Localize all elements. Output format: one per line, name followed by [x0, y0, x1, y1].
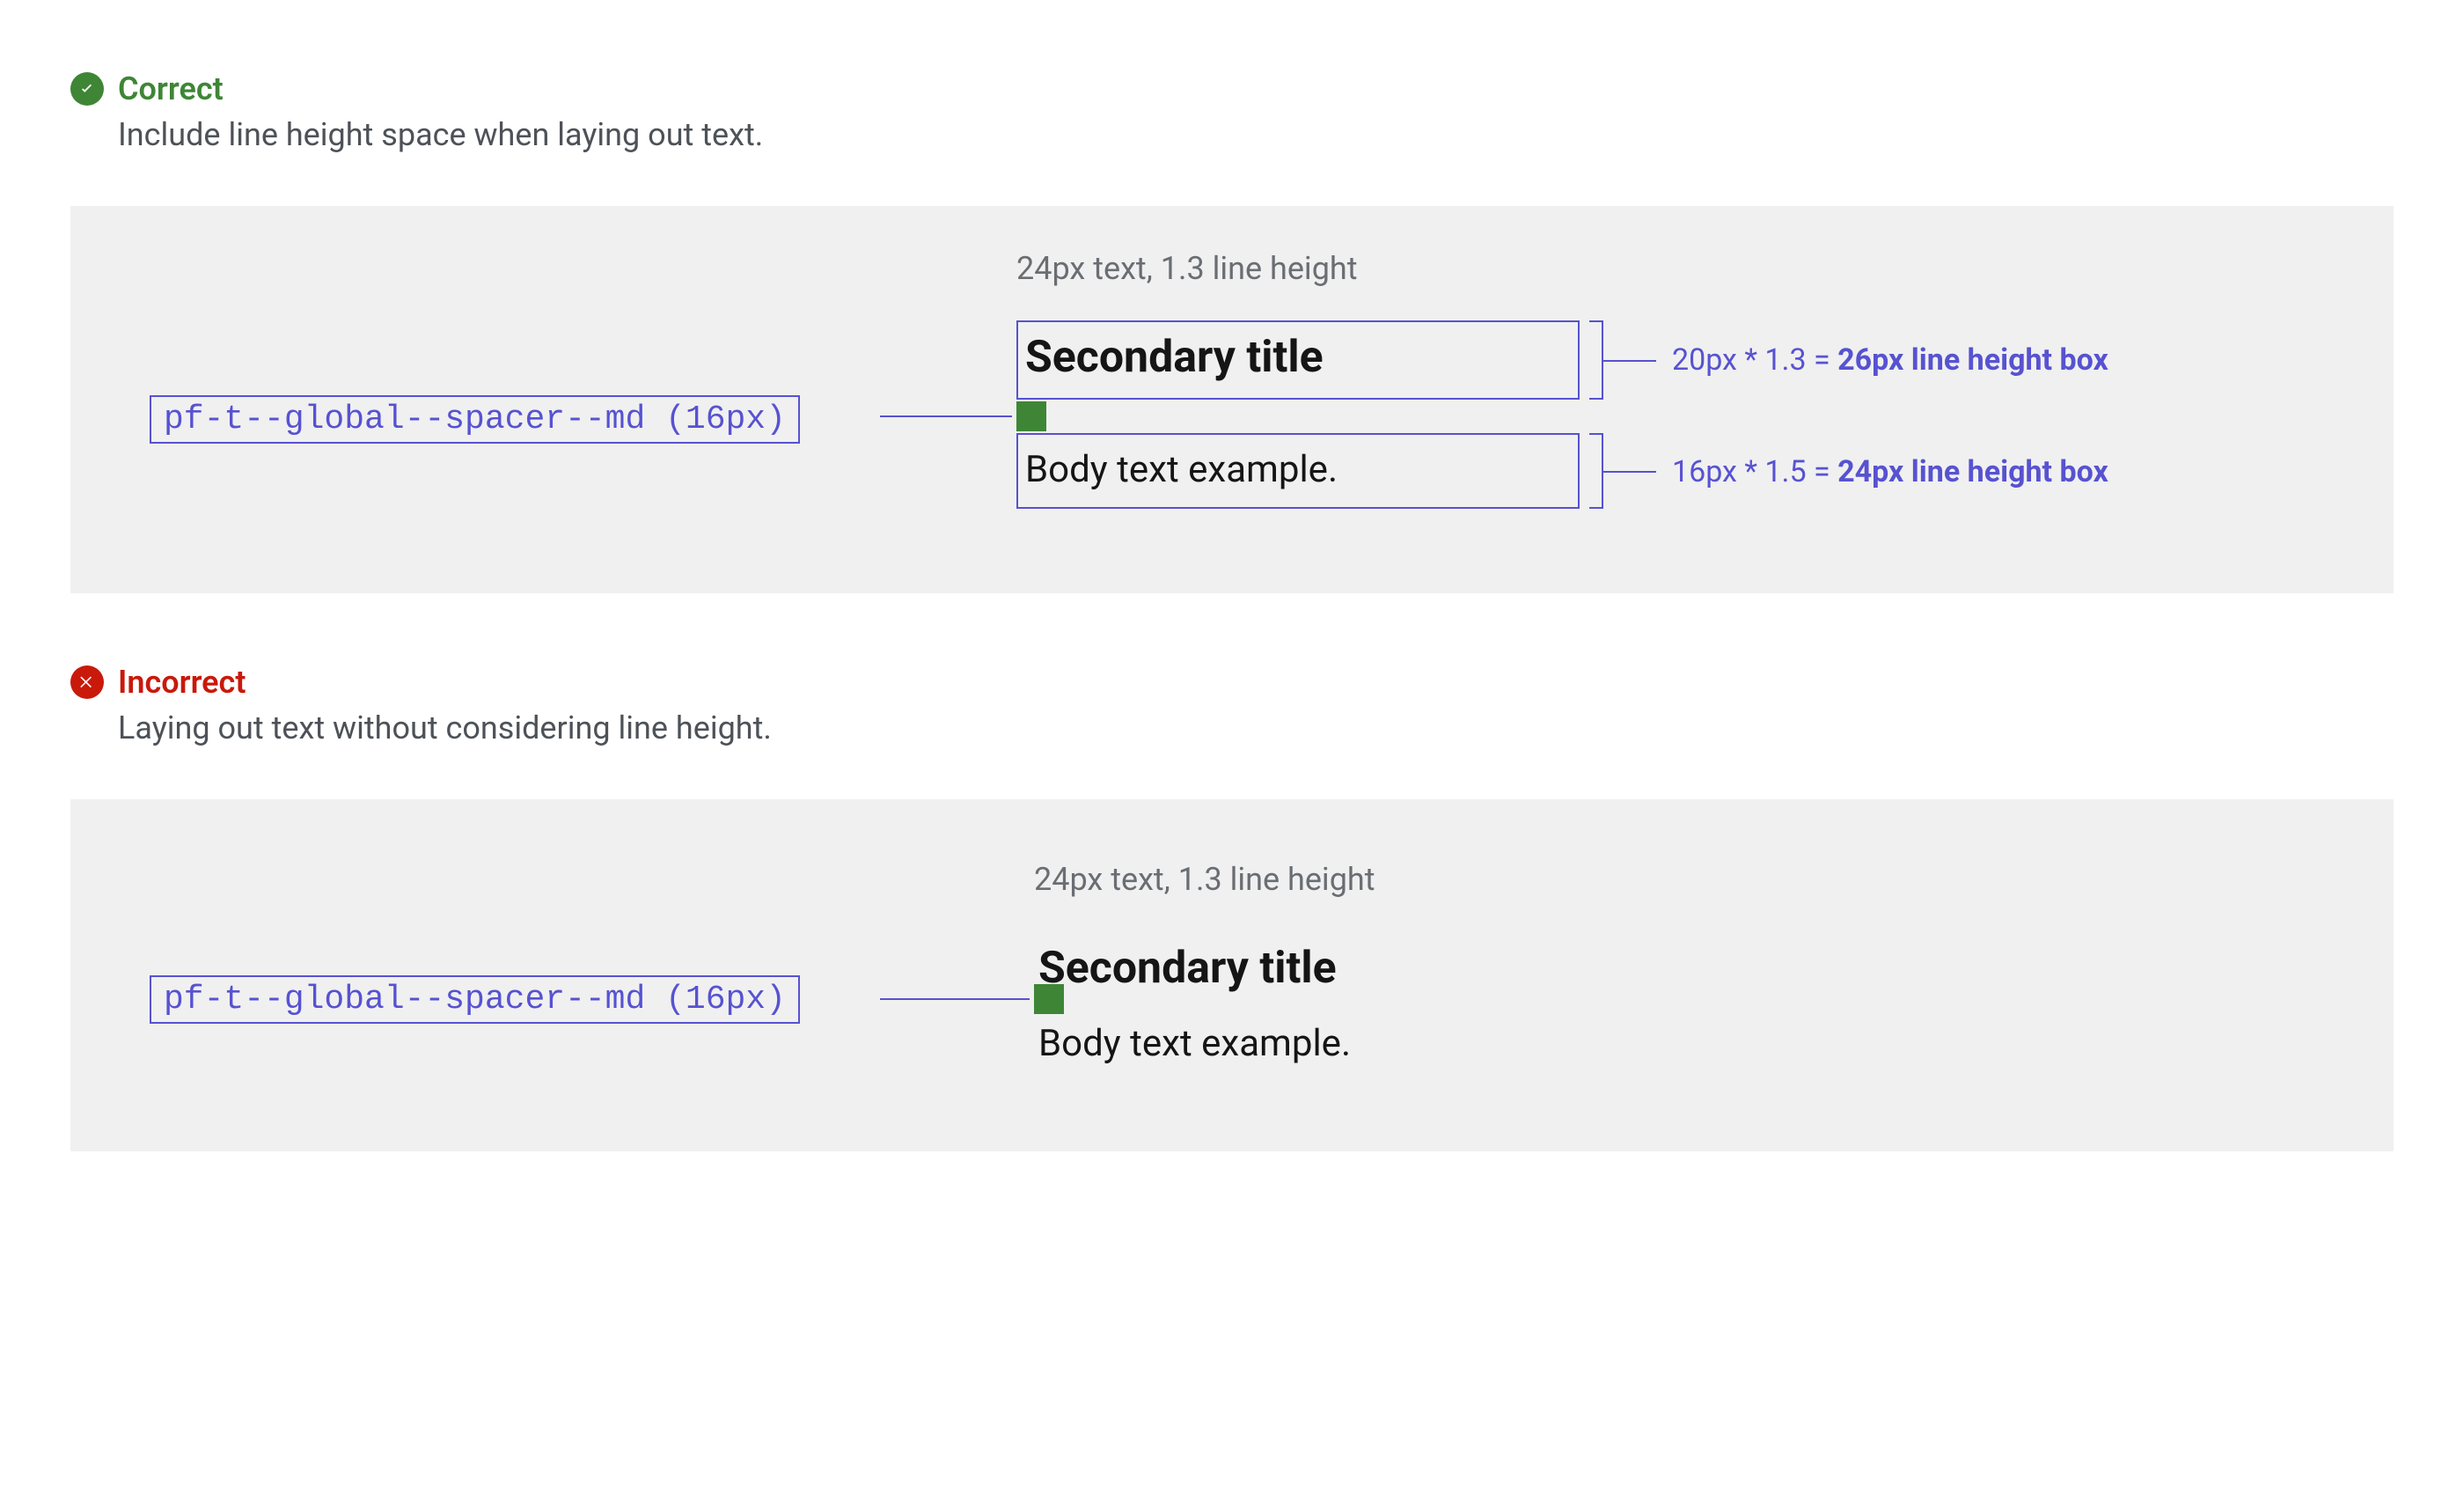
- spacer-square: [1016, 401, 1046, 431]
- title-sample: Secondary title: [1025, 329, 1324, 386]
- incorrect-spacer-token-box: pf-t--global--spacer--md (16px): [150, 975, 800, 1024]
- incorrect-description: Laying out text without considering line…: [118, 709, 2394, 746]
- annot-body-prefix: 16px * 1.5 =: [1672, 454, 1837, 489]
- incorrect-caption: 24px text, 1.3 line height: [1034, 861, 1375, 898]
- incorrect-section: Incorrect Laying out text without consid…: [70, 664, 2394, 1151]
- correct-caption: 24px text, 1.3 line height: [1016, 250, 1358, 287]
- spacer-token-box: pf-t--global--spacer--md (16px): [150, 395, 800, 444]
- times-circle-icon: [70, 665, 104, 699]
- incorrect-body-sample: Body text example.: [1038, 1016, 1351, 1071]
- body-bracket-lead: [1603, 471, 1656, 473]
- correct-header: Correct: [70, 70, 2394, 107]
- body-sample: Body text example.: [1025, 442, 1338, 497]
- incorrect-token-lead-line: [880, 998, 1030, 1000]
- incorrect-title-sample: Secondary title: [1038, 940, 1337, 997]
- body-annotation: 16px * 1.5 = 24px line height box: [1672, 454, 2108, 489]
- annot-title-bold: 26px line height box: [1837, 342, 2108, 378]
- correct-example-panel: 24px text, 1.3 line height Secondary tit…: [70, 206, 2394, 593]
- incorrect-label: Incorrect: [118, 664, 246, 701]
- incorrect-spacer-square: [1034, 984, 1064, 1014]
- correct-description: Include line height space when laying ou…: [118, 116, 2394, 153]
- correct-section: Correct Include line height space when l…: [70, 70, 2394, 593]
- token-lead-line: [880, 415, 1012, 417]
- annot-body-bold: 24px line height box: [1837, 454, 2108, 489]
- annot-title-prefix: 20px * 1.3 =: [1672, 342, 1837, 378]
- correct-label: Correct: [118, 70, 224, 107]
- title-annotation: 20px * 1.3 = 26px line height box: [1672, 342, 2108, 378]
- incorrect-example-panel: 24px text, 1.3 line height Secondary tit…: [70, 799, 2394, 1151]
- title-bracket-lead: [1603, 360, 1656, 362]
- incorrect-header: Incorrect: [70, 664, 2394, 701]
- check-circle-icon: [70, 72, 104, 106]
